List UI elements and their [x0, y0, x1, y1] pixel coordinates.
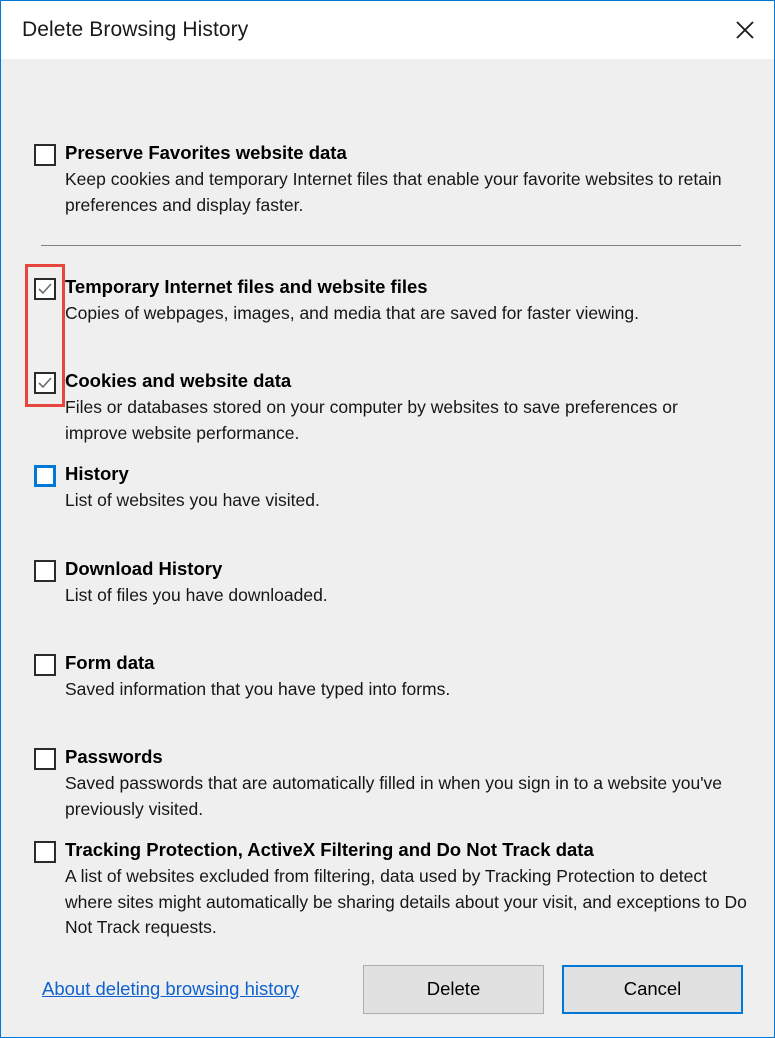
option-description: A list of websites excluded from filteri… [65, 866, 747, 937]
option-cookies-and-website-data[interactable]: Cookies and website data Files or databa… [1, 369, 774, 446]
delete-button[interactable]: Delete [363, 964, 544, 1014]
checkbox-download-history[interactable] [34, 560, 56, 582]
option-label: Tracking Protection, ActiveX Filtering a… [65, 839, 594, 860]
option-tracking-protection[interactable]: Tracking Protection, ActiveX Filtering a… [1, 838, 774, 941]
option-history[interactable]: History List of websites you have visite… [1, 462, 774, 514]
dialog-titlebar: Delete Browsing History [1, 1, 774, 59]
delete-browsing-history-dialog: Delete Browsing History Preserve Favorit… [0, 0, 775, 1038]
checkmark-icon [38, 377, 52, 389]
option-label: Passwords [65, 746, 163, 767]
close-button[interactable] [716, 1, 774, 59]
option-label: Cookies and website data [65, 370, 292, 391]
about-deleting-browsing-history-link[interactable]: About deleting browsing history [42, 978, 299, 1000]
option-preserve-favorites[interactable]: Preserve Favorites website data Keep coo… [1, 141, 774, 218]
option-description: Keep cookies and temporary Internet file… [65, 169, 722, 215]
option-label: Form data [65, 652, 155, 673]
option-form-data[interactable]: Form data Saved information that you hav… [1, 651, 774, 703]
option-description: List of files you have downloaded. [65, 585, 328, 605]
option-download-history[interactable]: Download History List of files you have … [1, 557, 774, 609]
checkbox-temporary-internet-files[interactable] [34, 278, 56, 300]
option-label: Temporary Internet files and website fil… [65, 276, 428, 297]
checkbox-preserve-favorites[interactable] [34, 144, 56, 166]
option-label: Download History [65, 558, 223, 579]
option-label: Preserve Favorites website data [65, 142, 347, 163]
option-description: List of websites you have visited. [65, 490, 320, 510]
section-divider [41, 245, 741, 246]
cancel-button[interactable]: Cancel [562, 964, 743, 1014]
checkbox-passwords[interactable] [34, 748, 56, 770]
option-description: Copies of webpages, images, and media th… [65, 303, 639, 323]
checkbox-cookies-and-website-data[interactable] [34, 372, 56, 394]
option-description: Saved information that you have typed in… [65, 679, 451, 699]
option-label: History [65, 463, 129, 484]
checkbox-history[interactable] [34, 465, 56, 487]
checkmark-icon [38, 283, 52, 295]
option-description: Files or databases stored on your comput… [65, 397, 678, 443]
footer-button-group: Delete Cancel [363, 964, 743, 1014]
checkbox-tracking-protection[interactable] [34, 841, 56, 863]
option-temporary-internet-files[interactable]: Temporary Internet files and website fil… [1, 275, 774, 327]
checkbox-form-data[interactable] [34, 654, 56, 676]
dialog-footer: About deleting browsing history Delete C… [1, 941, 774, 1037]
close-icon [736, 21, 754, 39]
option-passwords[interactable]: Passwords Saved passwords that are autom… [1, 745, 774, 822]
option-description: Saved passwords that are automatically f… [65, 773, 723, 819]
options-list: Preserve Favorites website data Keep coo… [1, 59, 774, 1037]
dialog-title: Delete Browsing History [22, 18, 249, 41]
